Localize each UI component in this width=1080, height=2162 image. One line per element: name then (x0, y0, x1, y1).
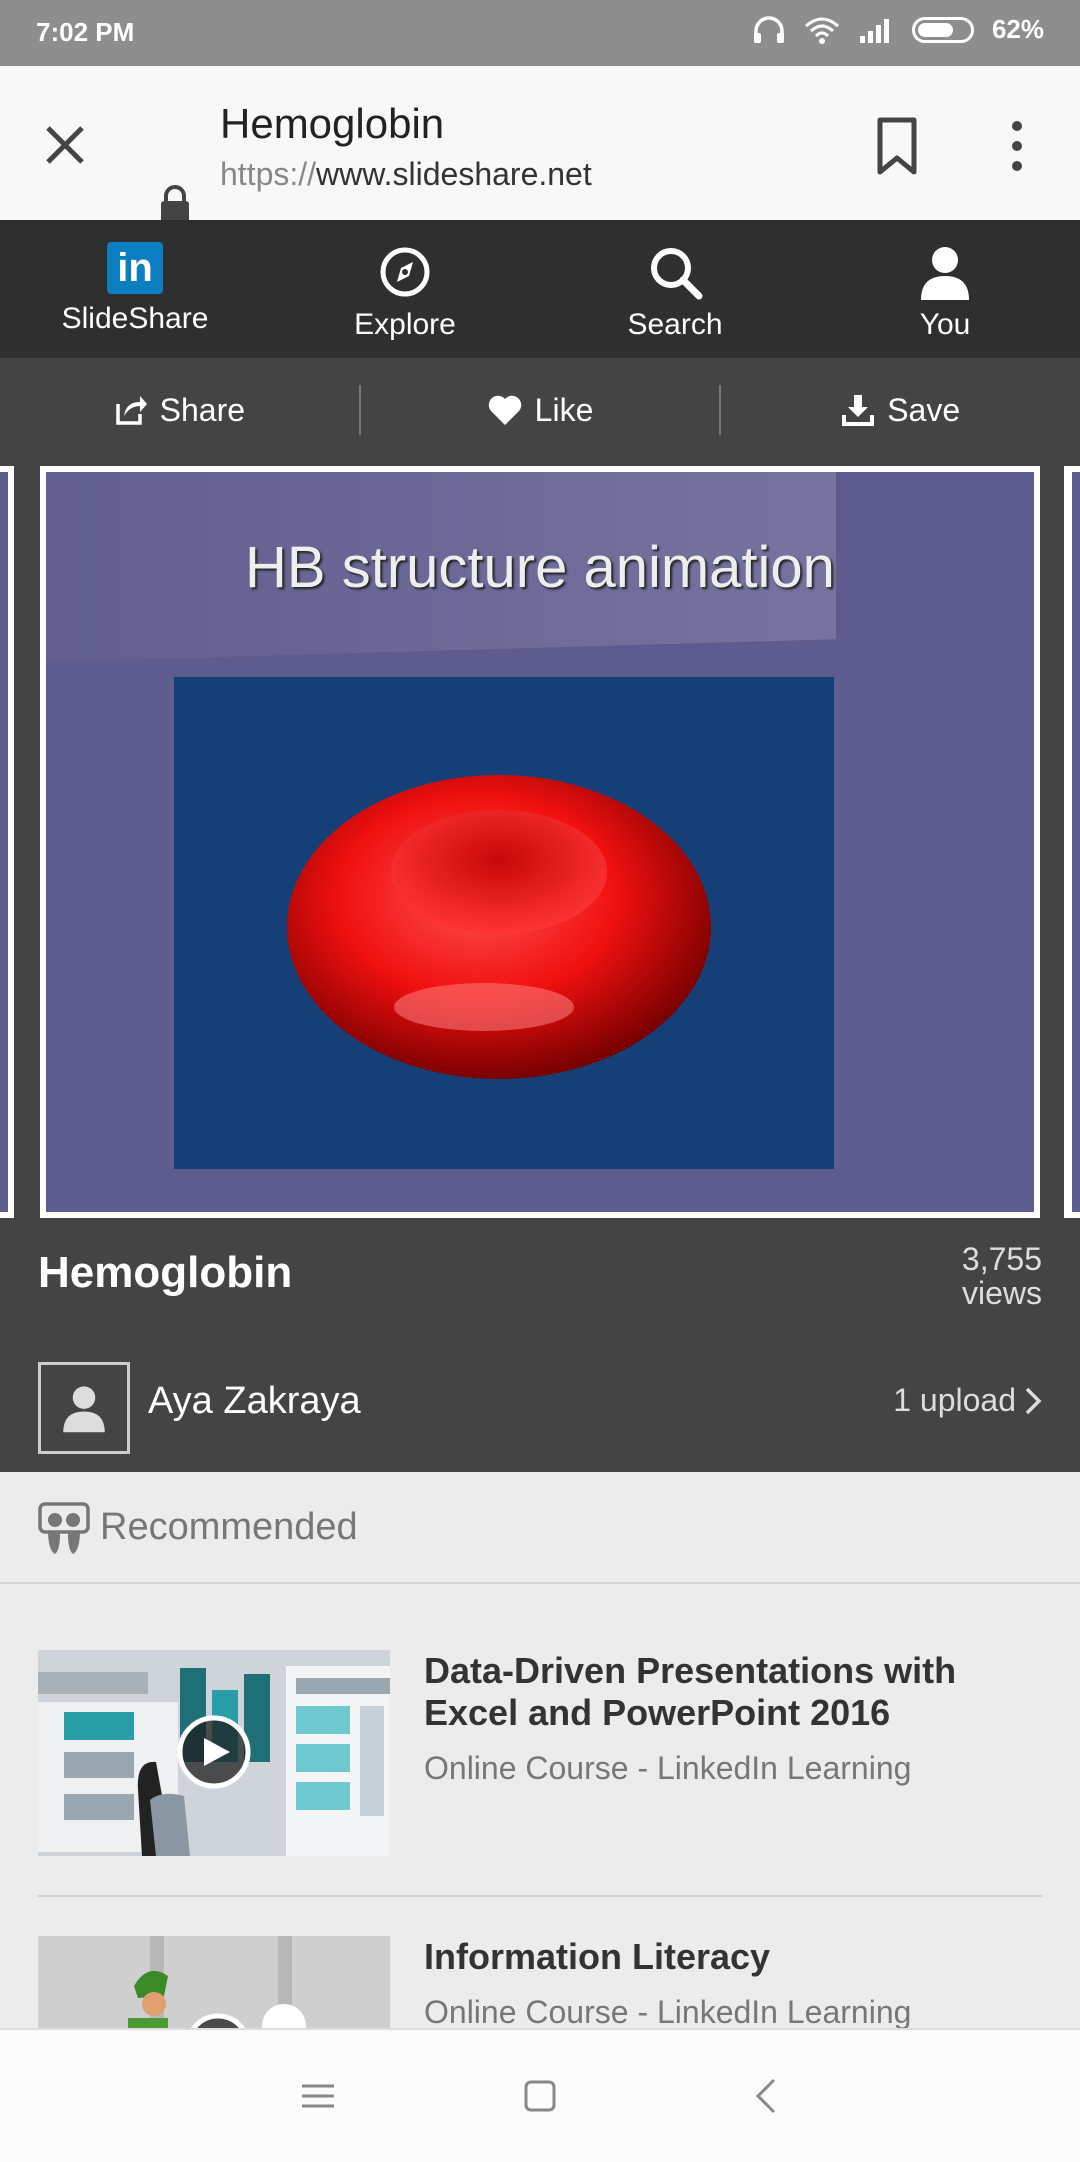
divider (38, 1895, 1042, 1897)
list-item[interactable]: Data-Driven Presentations with Excel and… (38, 1650, 1042, 1858)
course-subtitle: Online Course - LinkedIn Learning (424, 1750, 912, 1786)
linkedin-icon: in (107, 242, 163, 294)
status-bar: 7:02 PM 62% (0, 0, 1080, 66)
more-options-icon[interactable] (1002, 116, 1032, 176)
author-name[interactable]: Aya Zakraya (148, 1380, 361, 1423)
close-icon[interactable] (36, 116, 94, 174)
nav-item-slideshare[interactable]: in SlideShare (0, 220, 270, 358)
status-icons: 62% (752, 14, 1044, 45)
view-count-label: views (961, 1275, 1042, 1311)
recommended-header: Recommended (0, 1472, 1080, 1584)
share-label: Share (159, 391, 246, 428)
search-icon (651, 248, 703, 300)
course-title[interactable]: Information Literacy (424, 1936, 1024, 1978)
back-icon[interactable] (746, 2074, 790, 2118)
user-icon (921, 247, 969, 300)
recommended-heading: Recommended (100, 1506, 358, 1548)
presentation-title: Hemoglobin (38, 1248, 293, 1297)
like-button[interactable]: Like (361, 392, 720, 429)
url-scheme: https:// (220, 156, 317, 192)
slide-viewer[interactable]: HB structure animation (0, 462, 1080, 1222)
view-count: 3,755 views (962, 1242, 1042, 1310)
nav-label: Explore (354, 308, 456, 341)
lock-icon (161, 185, 189, 223)
url-host: www.slideshare.net (316, 156, 592, 192)
heart-icon (488, 395, 521, 425)
save-label: Save (887, 391, 961, 428)
course-title[interactable]: Data-Driven Presentations with Excel and… (424, 1650, 1024, 1734)
view-count-number: 3,755 (961, 1241, 1042, 1277)
share-icon (115, 396, 147, 425)
home-icon[interactable] (518, 2074, 562, 2118)
nav-item-you[interactable]: You (810, 220, 1080, 358)
slideshare-nav: in SlideShare Explore Search You (0, 220, 1080, 358)
course-subtitle: Online Course - LinkedIn Learning (424, 1994, 912, 2030)
page-title[interactable]: Hemoglobin (220, 100, 444, 148)
uploads-link[interactable]: 1 upload (893, 1382, 1042, 1419)
red-blood-cell-image (174, 677, 834, 1169)
compass-icon (380, 247, 430, 297)
save-button[interactable]: Save (721, 392, 1080, 429)
wifi-icon (804, 17, 839, 44)
battery-percent: 62% (991, 14, 1044, 44)
download-icon (842, 395, 875, 426)
like-label: Like (534, 391, 594, 428)
browser-url-bar: Hemoglobin https://www.slideshare.net (0, 66, 1080, 223)
nav-item-explore[interactable]: Explore (270, 220, 540, 358)
slide-title: HB structure animation (245, 535, 835, 600)
nav-item-search[interactable]: Search (540, 220, 810, 358)
next-slide-edge[interactable] (1064, 466, 1080, 1218)
user-icon (63, 1386, 105, 1433)
slideshare-logo-icon (38, 1502, 90, 1554)
course-thumbnail[interactable] (38, 1650, 390, 1856)
presentation-info: Hemoglobin 3,755 views Aya Zakraya 1 upl… (0, 1222, 1080, 1472)
share-button[interactable]: Share (0, 392, 359, 429)
page-url[interactable]: https://www.slideshare.net (220, 156, 592, 193)
bookmark-icon[interactable] (872, 116, 922, 176)
nav-label: You (919, 308, 971, 341)
system-nav-bar (0, 2028, 1080, 2162)
status-time: 7:02 PM (36, 17, 135, 47)
uploads-count: 1 upload (893, 1382, 1016, 1418)
previous-slide-edge[interactable] (0, 466, 14, 1218)
headphones-icon (753, 15, 784, 43)
nav-label: SlideShare (61, 302, 209, 335)
menu-icon[interactable] (296, 2074, 340, 2118)
battery-icon (911, 16, 974, 43)
current-slide[interactable]: HB structure animation (40, 466, 1040, 1218)
chevron-right-icon (1025, 1387, 1042, 1414)
signal-icon (859, 18, 889, 43)
avatar[interactable] (38, 1362, 130, 1454)
action-bar: Share Like Save (0, 358, 1080, 462)
nav-label: Search (627, 308, 723, 341)
